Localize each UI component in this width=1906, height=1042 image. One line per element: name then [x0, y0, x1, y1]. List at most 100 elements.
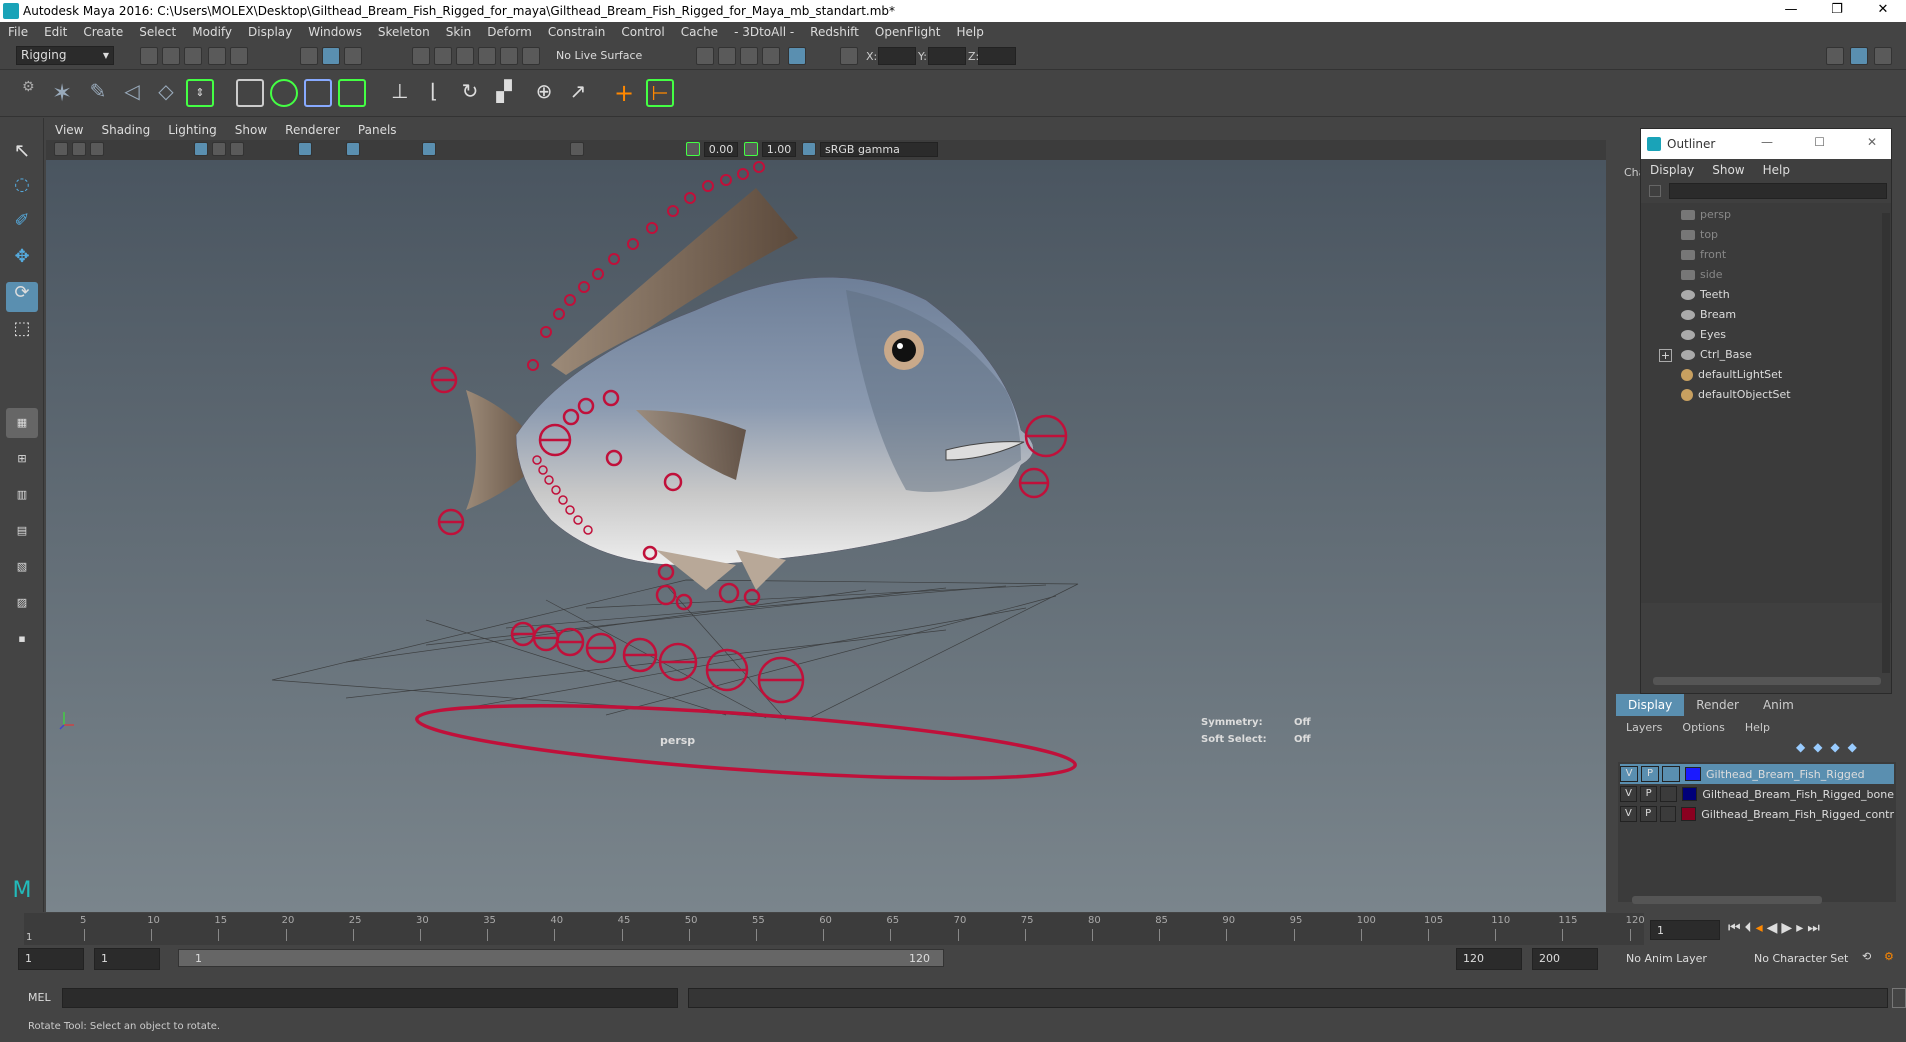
undo-icon[interactable] [208, 47, 226, 65]
viewport-menu-shading[interactable]: Shading [92, 123, 159, 137]
expand-ctrl-base-icon[interactable]: + [1659, 349, 1672, 362]
viewport-menu-lighting[interactable]: Lighting [159, 123, 226, 137]
tool-settings-icon[interactable] [1874, 47, 1892, 65]
render-view-icon[interactable] [696, 47, 714, 65]
gamma-icon[interactable] [744, 142, 758, 156]
layer-tab-display[interactable]: Display [1616, 694, 1685, 716]
mel-input[interactable] [62, 988, 678, 1008]
color-management-icon[interactable] [802, 142, 816, 156]
layer-row[interactable]: V P Gilthead_Bream_Fish_Rigged_contr [1620, 804, 1894, 824]
layer-h-scrollbar[interactable] [1632, 896, 1822, 904]
viewport-menu-panels[interactable]: Panels [349, 123, 406, 137]
anim-layer-dropdown[interactable]: No Anim Layer [1620, 950, 1740, 968]
outliner-close-icon[interactable]: ✕ [1867, 135, 1877, 149]
cluster-icon[interactable] [236, 79, 264, 107]
wireframe-icon[interactable] [298, 142, 312, 156]
play-forward-icon[interactable]: ▶ [1781, 920, 1796, 936]
outliner-item-default-object-set[interactable]: defaultObjectSet [1681, 385, 1791, 405]
scale-tool-icon[interactable]: ⬚ [6, 318, 38, 348]
isolate-select-icon[interactable] [570, 142, 584, 156]
viewport-menu-renderer[interactable]: Renderer [276, 123, 349, 137]
menu-constrain[interactable]: Constrain [540, 25, 614, 39]
outliner-item-ctrl-base[interactable]: Ctrl_Base [1681, 345, 1752, 365]
orient-constraint-icon[interactable]: ↻ [456, 79, 484, 107]
animation-start-field[interactable]: 1 [18, 948, 84, 970]
persp-graph-icon[interactable]: ▤ [6, 516, 38, 546]
move-tool-icon[interactable]: ✥ [6, 246, 38, 276]
textured-icon[interactable] [422, 142, 436, 156]
lasso-tool-icon[interactable]: ◌ [6, 174, 38, 204]
paint-select-icon[interactable]: ✐ [6, 210, 38, 240]
menu-file[interactable]: File [0, 25, 36, 39]
snap-grid-icon[interactable] [412, 47, 430, 65]
image-plane-icon[interactable] [90, 142, 104, 156]
layer-playback-toggle[interactable]: P [1641, 766, 1659, 782]
gamma-field[interactable]: 1.00 [762, 142, 796, 157]
outliner-item-eyes[interactable]: Eyes [1681, 325, 1726, 345]
perspective-viewport[interactable]: persp Symmetry: Off Soft Select: Off [46, 160, 1606, 912]
layer-row[interactable]: V P Gilthead_Bream_Fish_Rigged [1620, 764, 1894, 784]
lattice-icon[interactable] [304, 79, 332, 107]
resolution-gate-icon[interactable] [230, 142, 244, 156]
parent-constraint-icon[interactable]: ⊕ [530, 79, 558, 107]
script-editor-icon[interactable] [1892, 988, 1906, 1008]
layer-display-type[interactable] [1662, 766, 1680, 782]
aim-constraint-icon[interactable]: ⌊ [420, 79, 448, 107]
select-object-icon[interactable] [322, 47, 340, 65]
exposure-field[interactable]: 0.00 [704, 142, 738, 157]
modeling-toolkit-icon[interactable] [1826, 47, 1844, 65]
time-slider[interactable]: 5 10 15 20 25 30 35 40 45 50 55 60 65 70 75 80 85 90 95 100… [24, 913, 1645, 945]
layer-tool-icons[interactable]: ◆◆◆◆ [1796, 740, 1896, 758]
bookmark-icon[interactable] [72, 142, 86, 156]
open-scene-icon[interactable] [162, 47, 180, 65]
layer-tab-anim[interactable]: Anim [1751, 694, 1806, 716]
smooth-shade-icon[interactable] [346, 142, 360, 156]
viewport-menu-show[interactable]: Show [226, 123, 276, 137]
snap-surface-icon[interactable] [500, 47, 518, 65]
range-slider[interactable]: 1 120 [178, 949, 944, 967]
pole-vector-icon[interactable]: ↗ [564, 79, 592, 107]
menu-openflight[interactable]: OpenFlight [867, 25, 949, 39]
viewport-menu-view[interactable]: View [46, 123, 92, 137]
menu-control[interactable]: Control [613, 25, 672, 39]
hypershade-layout-icon[interactable]: ▧ [6, 552, 38, 582]
layer-display-type[interactable] [1660, 786, 1678, 802]
playback-end-field[interactable]: 120 [1456, 948, 1522, 970]
attribute-editor-icon[interactable] [1850, 47, 1868, 65]
hypershade-icon[interactable] [788, 47, 806, 65]
go-to-start-icon[interactable]: ⏮ [1728, 920, 1745, 936]
make-live-icon[interactable] [522, 47, 540, 65]
outliner-maximize-icon[interactable]: ☐ [1814, 135, 1825, 149]
custom-layout-icon[interactable]: ▪ [6, 624, 38, 654]
locator-icon[interactable]: + [610, 79, 638, 107]
layer-color-swatch[interactable] [1685, 767, 1701, 781]
outliner-menu-display[interactable]: Display [1641, 163, 1703, 177]
camera-attributes-icon[interactable] [54, 142, 68, 156]
outliner-scrollbar[interactable] [1882, 213, 1890, 673]
layer-visibility-toggle[interactable]: V [1620, 806, 1637, 822]
outliner-item-persp[interactable]: persp [1681, 205, 1731, 225]
menu-windows[interactable]: Windows [300, 25, 370, 39]
point-constraint-icon[interactable]: ⊥ [386, 79, 414, 107]
group-icon[interactable]: ⊢ [646, 79, 674, 107]
layer-visibility-toggle[interactable]: V [1620, 786, 1638, 802]
animation-end-field[interactable]: 200 [1532, 948, 1598, 970]
snap-curve-icon[interactable] [434, 47, 452, 65]
select-tool-icon[interactable]: ↖ [6, 138, 38, 168]
outliner-item-front[interactable]: front [1681, 245, 1726, 265]
transform-mode-icon[interactable] [840, 47, 858, 65]
skin-bind-icon[interactable]: ◇ [152, 79, 180, 107]
layer-menu-layers[interactable]: Layers [1616, 721, 1672, 734]
outliner-item-default-light-set[interactable]: defaultLightSet [1681, 365, 1782, 385]
grid-toggle-icon[interactable] [194, 142, 208, 156]
outliner-item-side[interactable]: side [1681, 265, 1723, 285]
x-input[interactable] [878, 47, 916, 65]
layer-playback-toggle[interactable]: P [1639, 806, 1657, 822]
menu-redshift[interactable]: Redshift [802, 25, 867, 39]
outliner-item-teeth[interactable]: Teeth [1681, 285, 1730, 305]
menu-modify[interactable]: Modify [184, 25, 240, 39]
layer-menu-help[interactable]: Help [1735, 721, 1780, 734]
snap-view-icon[interactable] [478, 47, 496, 65]
ik-spline-icon[interactable]: ◁ [118, 79, 146, 107]
menu-set-dropdown[interactable]: Rigging [16, 46, 114, 65]
